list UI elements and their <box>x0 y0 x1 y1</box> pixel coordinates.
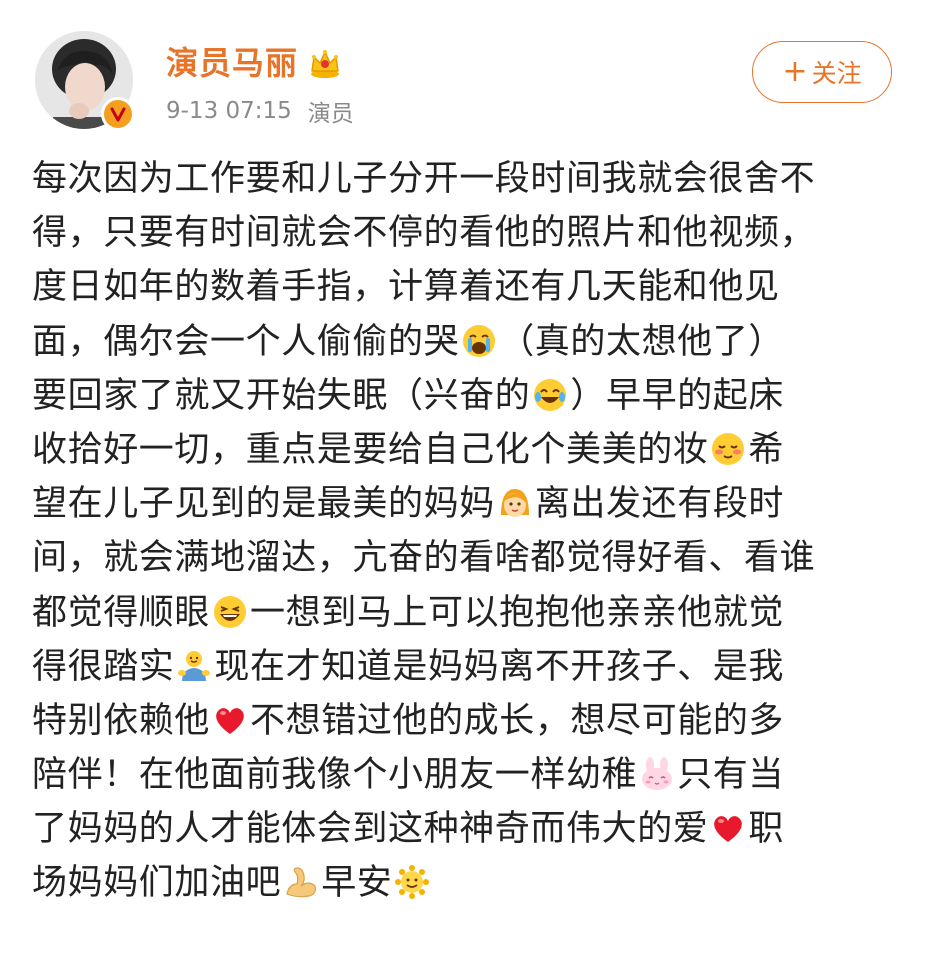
post-text-line: 陪伴！在他面前我像个小朋友一样幼稚 只有当 <box>32 748 900 802</box>
post-text-line: 望在儿子见到的是最美的妈妈 离出发还有段时 <box>32 477 900 531</box>
post-text-line: 每次因为工作要和儿子分开一段时间我就会很舍不 <box>32 152 900 206</box>
post-text-segment: （真的太想他了） <box>499 321 785 362</box>
post-text-segment: 现在才知道是妈妈离不开孩子、是我 <box>214 646 785 687</box>
post-text-segment: 只有当 <box>677 755 785 796</box>
post-text-line: 得，只要有时间就会不停的看他的照片和他视频， <box>32 206 900 260</box>
post-text-line: 场妈妈们加油吧 早安 <box>32 856 900 910</box>
post-text-line: 间，就会满地溜达，亢奋的看啥都觉得好看、看谁 <box>32 531 900 585</box>
post-text-segment: 早安 <box>321 863 393 904</box>
bunny-face-icon <box>639 756 675 792</box>
author-row: 演员马丽 <box>166 40 342 86</box>
flexed-biceps-icon <box>283 864 319 900</box>
post-timestamp: 9-13 07:15 <box>166 98 292 124</box>
post-text-segment: 特别依赖他 <box>32 700 211 741</box>
post-text-segment: 职 <box>748 809 785 850</box>
post-text-segment: ）早早的起床 <box>570 375 785 416</box>
woman-face-icon <box>497 485 533 521</box>
avatar[interactable] <box>35 31 135 131</box>
post-source: 演员 <box>307 101 354 127</box>
post-text-segment: 得，只要有时间就会不停的看他的照片和他视频， <box>32 213 816 254</box>
follow-label: 关注 <box>811 59 862 88</box>
post-text-segment: 度日如年的数着手指，计算着还有几天能和他见 <box>32 267 780 308</box>
post-content: 每次因为工作要和儿子分开一段时间我就会很舍不 得，只要有时间就会不停的看他的照片和… <box>32 152 900 911</box>
post-text-segment: 离出发还有段时 <box>534 484 785 525</box>
plus-icon: + <box>782 54 808 89</box>
author-name[interactable]: 演员马丽 <box>166 40 298 86</box>
crown-icon <box>308 47 342 79</box>
post-text-segment: 都觉得顺眼 <box>32 592 211 633</box>
post-text-line: 面，偶尔会一个人偷偷的哭 （真的太想他了） <box>32 315 900 369</box>
post-text-segment: 望在儿子见到的是最美的妈妈 <box>32 484 495 525</box>
post-text-line: 要回家了就又开始失眠（兴奋的 ）早早的起床 <box>32 369 900 423</box>
hug-icon <box>176 648 212 684</box>
post-text-line: 度日如年的数着手指，计算着还有几天能和他见 <box>32 260 900 314</box>
post-text-line: 了妈妈的人才能体会到这种神奇而伟大的爱职 <box>32 802 900 856</box>
post-text-line: 得很踏实 现在才知道是妈妈离不开孩子、是我 <box>32 640 900 694</box>
post-text-segment: 间，就会满地溜达，亢奋的看啥都觉得好看、看谁 <box>32 538 816 579</box>
tears-of-joy-icon <box>532 377 568 413</box>
post-text-line: 收拾好一切，重点是要给自己化个美美的妆希 <box>32 423 900 477</box>
post-text-segment: 陪伴！在他面前我像个小朋友一样幼稚 <box>32 755 638 796</box>
sun-face-icon <box>394 864 430 900</box>
post-text-segment: 要回家了就又开始失眠（兴奋的 <box>32 375 531 416</box>
post-text-segment: 场妈妈们加油吧 <box>32 863 282 904</box>
post-text-line: 特别依赖他 不想错过他的成长，想尽可能的多 <box>32 694 900 748</box>
post-text-segment: 了妈妈的人才能体会到这种神奇而伟大的爱 <box>32 809 709 850</box>
red-heart-icon <box>212 702 248 738</box>
post-text-segment: 得很踏实 <box>32 646 175 687</box>
blushing-face-icon <box>710 431 746 467</box>
post-text-segment: 收拾好一切，重点是要给自己化个美美的妆 <box>32 429 709 470</box>
verified-badge-icon <box>101 97 135 131</box>
post-text-segment: 面，偶尔会一个人偷偷的哭 <box>32 321 460 362</box>
post-header: 演员马丽 9-13 07:15 演员 + 关注 <box>0 0 929 150</box>
post-meta: 9-13 07:15 演员 <box>166 93 354 129</box>
crying-face-icon <box>461 323 497 359</box>
red-heart-icon <box>710 810 746 846</box>
post-text-segment: 一想到马上可以抱抱他亲亲他就觉 <box>250 592 785 633</box>
post-text-segment: 每次因为工作要和儿子分开一段时间我就会很舍不 <box>32 159 816 199</box>
laughing-face-icon <box>212 594 248 630</box>
post-text-line: 都觉得顺眼 一想到马上可以抱抱他亲亲他就觉 <box>32 586 900 640</box>
post-text-segment: 不想错过他的成长，想尽可能的多 <box>250 700 785 741</box>
post-text-segment: 希 <box>748 429 785 470</box>
follow-button[interactable]: + 关注 <box>752 41 892 103</box>
